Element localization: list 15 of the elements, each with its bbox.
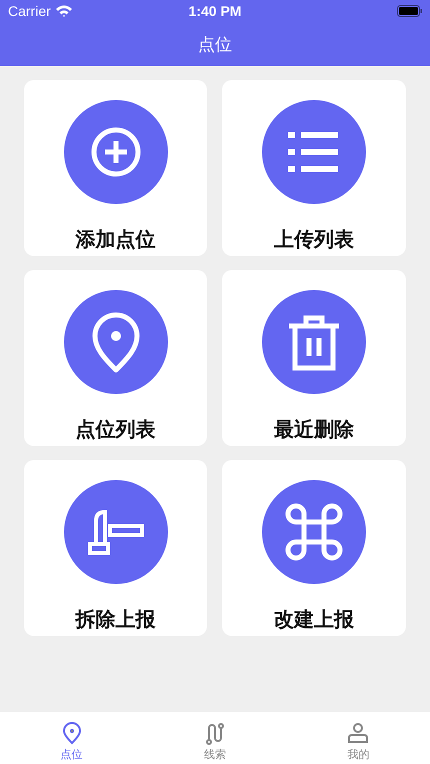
menu-tile[interactable]: 拆除上报 (24, 460, 207, 636)
clock-time: 1:40 PM (188, 3, 242, 19)
wifi-icon (56, 5, 72, 17)
page-title: 点位 (198, 34, 232, 56)
menu-tile[interactable]: 添加点位 (24, 80, 207, 256)
menu-tile[interactable]: 点位列表 (24, 270, 207, 446)
menu-tile[interactable]: 上传列表 (222, 80, 406, 256)
tab-bar-item[interactable]: 线索 (143, 712, 287, 764)
tab-bar-item[interactable]: 我的 (286, 712, 430, 764)
menu-tile[interactable]: 改建上报 (222, 460, 406, 636)
tab-bar-item[interactable]: 点位 (0, 712, 144, 764)
menu-tile[interactable]: 最近删除 (222, 270, 406, 446)
person-icon (346, 721, 370, 745)
carrier-label: Carrier (8, 3, 51, 19)
battery-icon (396, 5, 422, 17)
